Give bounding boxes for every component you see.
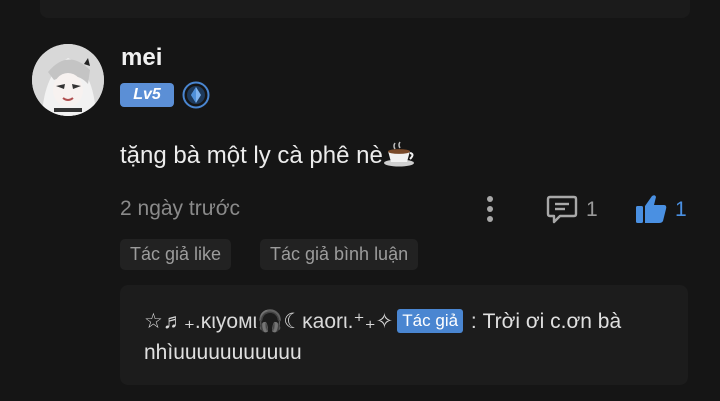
timestamp: 2 ngày trước bbox=[120, 197, 241, 220]
reply-separator: : bbox=[465, 310, 483, 333]
author-reply-box[interactable]: ☆♬₊.κιyoмι🎧☾κaorι.⁺₊✧ Tác giả : Trời ơi c… bbox=[120, 285, 688, 385]
comment-text: tặng bà một ly cà phê nè bbox=[120, 141, 415, 170]
thumbs-up-icon[interactable] bbox=[634, 193, 668, 225]
coffee-cup-icon bbox=[383, 141, 415, 167]
author-liked-tag: Tác giả like bbox=[120, 239, 232, 270]
username[interactable]: mei bbox=[121, 44, 162, 72]
previous-comment-card bbox=[40, 0, 690, 18]
reply-first-line: ☆♬₊.κιyoмι🎧☾κaorι.⁺₊✧ Tác giả : Trời ơi c… bbox=[144, 309, 621, 334]
avatar[interactable] bbox=[32, 44, 104, 116]
reply-text-part2: nhìuuuuuuuuuuu bbox=[144, 341, 302, 364]
reply-text-part1: Trời ơi c.ơn bà bbox=[482, 310, 622, 333]
author-replied-tag: Tác giả bình luận bbox=[260, 239, 419, 270]
comment-body: tặng bà một ly cà phê nè bbox=[120, 142, 383, 169]
comment-page: mei Lv5 tặng bà một ly cà phê nè 2 ngày … bbox=[0, 0, 720, 401]
reply-count: 1 bbox=[586, 198, 598, 221]
author-badge: Tác giả bbox=[397, 309, 464, 333]
diamond-rank-icon bbox=[182, 81, 210, 109]
level-badge: Lv5 bbox=[120, 83, 174, 107]
reply-author-name[interactable]: ☆♬₊.κιyoмι🎧☾κaorι.⁺₊✧ bbox=[144, 310, 393, 333]
like-count: 1 bbox=[675, 198, 687, 221]
vertical-dots-icon[interactable] bbox=[478, 194, 502, 224]
comment-bubble-icon[interactable] bbox=[546, 194, 578, 224]
